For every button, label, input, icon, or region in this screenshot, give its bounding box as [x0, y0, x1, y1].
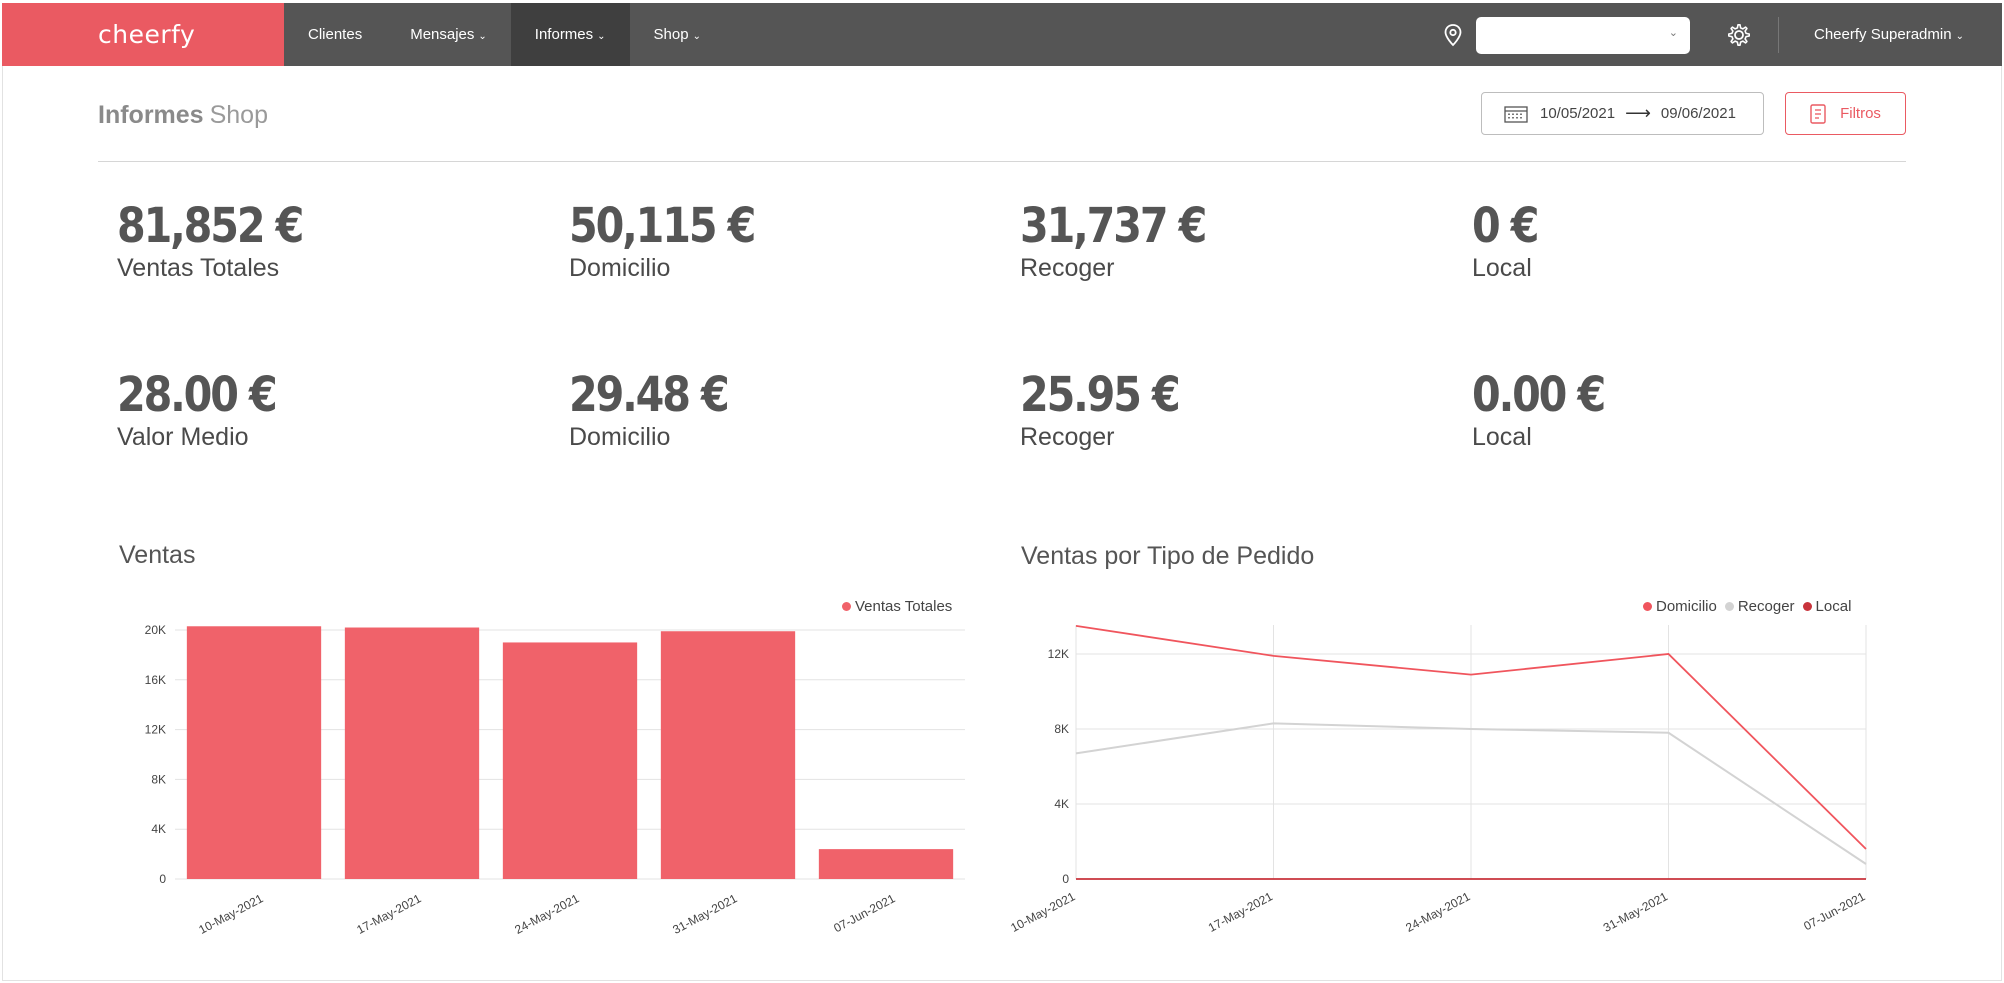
x-tick-label: 17-May-2021	[1206, 889, 1275, 935]
chart-title-order-type: Ventas por Tipo de Pedido	[1021, 542, 1315, 570]
y-tick-label: 16K	[145, 673, 166, 687]
stat-label: Domicilio	[569, 423, 671, 451]
main-nav: Clientes Mensajes ⌄ Informes ⌄ Shop ⌄	[284, 3, 725, 66]
nav-item-shop[interactable]: Shop ⌄	[630, 3, 725, 66]
nav-item-label: Mensajes	[410, 26, 475, 43]
nav-item-label: Shop	[653, 26, 689, 43]
chevron-down-icon: ⌄	[597, 31, 606, 42]
stat-pickup-average: 25.95 € Recoger	[1020, 367, 1204, 452]
page-title-section: Informes	[98, 101, 204, 129]
y-tick-label: 12K	[145, 723, 166, 737]
chevron-down-icon: ⌄	[1668, 27, 1678, 39]
page-title: Informes Shop	[98, 101, 268, 130]
x-tick-label: 10-May-2021	[196, 891, 265, 937]
date-from: 10/05/2021	[1540, 105, 1616, 122]
chevron-down-icon: ⌄	[478, 31, 487, 42]
x-tick-label: 07-Jun-2021	[831, 891, 897, 935]
bar	[344, 627, 480, 879]
page-title-subsection: Shop	[209, 101, 268, 129]
location-select[interactable]: ⌄	[1476, 17, 1690, 54]
bar	[818, 849, 954, 879]
chevron-down-icon: ⌄	[1955, 31, 1964, 42]
stat-average-value: 28.00 € Valor Medio	[117, 367, 301, 452]
chevron-down-icon: ⌄	[692, 31, 701, 42]
stat-label: Domicilio	[569, 254, 671, 282]
stat-label: Local	[1472, 423, 1532, 451]
x-tick-label: 31-May-2021	[1601, 889, 1670, 935]
stat-local-sales: 0 € Local	[1472, 198, 1548, 283]
location-pin-icon	[1444, 24, 1462, 47]
gear-icon[interactable]	[1726, 22, 1752, 48]
x-tick-label: 10-May-2021	[1008, 889, 1077, 935]
x-tick-label: 17-May-2021	[354, 891, 423, 937]
filters-label: Filtros	[1840, 105, 1881, 122]
top-navbar: cheerfy Clientes Mensajes ⌄ Informes ⌄ Sho…	[2, 3, 2002, 66]
stat-label: Recoger	[1020, 423, 1115, 451]
stat-label: Local	[1472, 254, 1532, 282]
stat-value: 31,737 €	[1020, 198, 1207, 254]
stat-label: Valor Medio	[117, 423, 249, 451]
bar	[186, 626, 322, 879]
stat-pickup-sales: 31,737 € Recoger	[1020, 198, 1235, 283]
brand-logo[interactable]: cheerfy	[2, 3, 284, 66]
stat-value: 81,852 €	[117, 198, 304, 254]
user-name: Cheerfy Superadmin	[1814, 26, 1952, 43]
y-tick-label: 12K	[1048, 647, 1069, 661]
stat-value: 29.48 €	[569, 367, 730, 423]
stat-delivery-average: 29.48 € Domicilio	[569, 367, 753, 452]
nav-item-clientes[interactable]: Clientes	[284, 3, 386, 66]
stat-label: Recoger	[1020, 254, 1115, 282]
bar-chart-ventas: 0 4K 8K 12K 16K 20K 10-May-2021 17-May-2021 24-M…	[145, 623, 965, 937]
stat-delivery-sales: 50,115 € Domicilio	[569, 198, 784, 283]
arrow-right-icon: ⟶	[1625, 103, 1651, 123]
stat-value: 25.95 €	[1020, 367, 1181, 423]
stat-local-average: 0.00 € Local	[1472, 367, 1626, 452]
stat-total-sales: 81,852 € Ventas Totales	[117, 198, 332, 283]
stat-label: Ventas Totales	[117, 254, 280, 282]
stat-value: 28.00 €	[117, 367, 278, 423]
date-to: 09/06/2021	[1660, 105, 1736, 122]
x-tick-label: 31-May-2021	[670, 891, 739, 937]
chart-title-ventas: Ventas	[119, 541, 196, 569]
bar	[502, 642, 638, 879]
nav-item-informes[interactable]: Informes ⌄	[510, 3, 630, 66]
calendar-icon	[1504, 105, 1528, 123]
bar	[660, 631, 796, 879]
y-tick-label: 4K	[1054, 797, 1069, 811]
filters-button[interactable]: Filtros	[1785, 92, 1906, 135]
header-divider	[98, 161, 1906, 162]
line-chart-order-type: 0 4K 8K 12K 10-May-2021 17-May-2021 24-May-202…	[1008, 624, 1868, 935]
filter-list-icon	[1810, 103, 1826, 124]
stat-value: 0 €	[1472, 198, 1540, 254]
user-menu[interactable]: Cheerfy Superadmin ⌄	[1814, 3, 1964, 66]
nav-item-mensajes[interactable]: Mensajes ⌄	[386, 3, 511, 66]
nav-item-label: Clientes	[308, 26, 363, 43]
y-tick-label: 8K	[151, 772, 166, 786]
x-tick-label: 24-May-2021	[512, 891, 581, 937]
x-tick-label: 24-May-2021	[1403, 889, 1472, 935]
navbar-divider	[1778, 17, 1779, 53]
y-tick-label: 0	[1062, 872, 1069, 886]
y-tick-label: 0	[159, 872, 166, 886]
stat-value: 0.00 €	[1472, 367, 1606, 423]
nav-item-label: Informes	[534, 26, 594, 43]
y-tick-label: 20K	[145, 623, 166, 637]
date-range-picker[interactable]: 10/05/2021 ⟶ 09/06/2021	[1481, 92, 1764, 135]
stat-value: 50,115 €	[569, 198, 756, 254]
y-tick-label: 8K	[1054, 722, 1069, 736]
y-tick-label: 4K	[151, 822, 166, 836]
x-tick-label: 07-Jun-2021	[1801, 889, 1867, 933]
